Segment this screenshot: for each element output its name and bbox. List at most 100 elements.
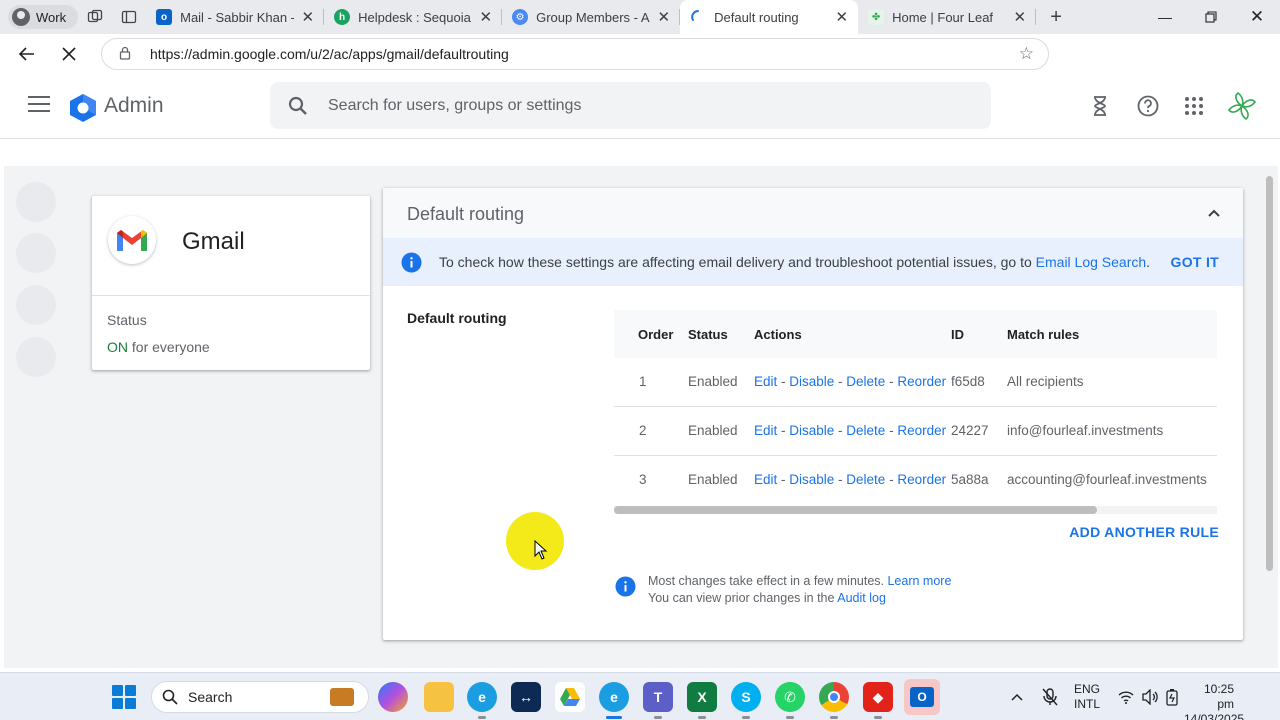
table-row: 1 Enabled Edit - Disable - Delete - Reor… (614, 358, 1217, 407)
address-bar[interactable]: https://admin.google.com/u/2/ac/apps/gma… (101, 38, 1049, 70)
tab-actions-icon[interactable] (112, 3, 146, 31)
scrollbar-thumb[interactable] (1266, 176, 1273, 571)
main-menu-icon[interactable] (28, 96, 50, 114)
outlook-taskbar-icon[interactable]: O (904, 679, 940, 715)
file-explorer-icon[interactable] (424, 682, 454, 712)
teamviewer-icon[interactable]: ↔ (511, 682, 541, 712)
admin-brand[interactable]: Admin (104, 94, 164, 118)
help-icon[interactable] (1136, 94, 1160, 118)
audit-note: You can view prior changes in the Audit … (648, 591, 886, 605)
windows-start-icon[interactable] (112, 685, 136, 709)
tab-four-leaf[interactable]: ✤ Home | Four Leaf ✕ (858, 0, 1037, 34)
stop-loading-icon[interactable] (48, 34, 90, 74)
table-horizontal-scrollbar[interactable] (614, 506, 1217, 514)
reorder-link[interactable]: Reorder (897, 374, 946, 389)
admin-search-bar[interactable] (270, 82, 991, 129)
delete-link[interactable]: Delete (846, 374, 885, 389)
propagation-note: Most changes take effect in a few minute… (648, 574, 951, 588)
minimize-icon[interactable]: — (1142, 0, 1188, 34)
running-indicator (874, 716, 882, 719)
tab-helpdesk[interactable]: h Helpdesk : Sequoia N ✕ (324, 0, 503, 34)
rail-placeholder-2 (16, 233, 56, 273)
chevron-up-icon[interactable] (1205, 205, 1223, 223)
search-input[interactable] (328, 96, 928, 115)
organization-leaf-logo-icon[interactable] (1226, 90, 1258, 122)
info-icon (615, 576, 636, 597)
got-it-button[interactable]: GOT IT (1171, 254, 1219, 270)
tab-default-routing[interactable]: Default routing ✕ (680, 0, 859, 34)
edit-link[interactable]: Edit (754, 423, 777, 438)
close-icon[interactable]: ✕ (658, 8, 671, 26)
excel-icon[interactable]: X (687, 682, 717, 712)
volume-icon[interactable] (1141, 673, 1159, 720)
system-clock[interactable]: 10:25 pm 14/03/2025 (1184, 682, 1244, 720)
battery-icon[interactable] (1166, 673, 1178, 720)
show-hidden-icons-chevron[interactable] (1010, 673, 1024, 720)
column-header-order[interactable]: Order (638, 327, 673, 342)
row-match-rules: info@fourleaf.investments (1007, 423, 1164, 438)
row-actions: Edit - Disable - Delete - Reorder (754, 374, 946, 389)
teams-icon[interactable]: T (643, 682, 673, 712)
chrome-icon[interactable] (819, 682, 849, 712)
tab-title: Mail - Sabbir Khan - C (180, 9, 293, 25)
gmail-app-card: Gmail Status ON for everyone (92, 196, 370, 370)
favorite-star-icon[interactable]: ☆ (1019, 44, 1034, 64)
disable-link[interactable]: Disable (789, 423, 834, 438)
close-window-icon[interactable]: ✕ (1234, 0, 1280, 34)
action-separator: - (885, 374, 898, 389)
tab-title: Default routing (714, 9, 799, 25)
action-separator: - (885, 472, 898, 487)
email-log-banner: To check how these settings are affectin… (383, 238, 1243, 286)
row-order: 3 (639, 472, 647, 487)
delete-link[interactable]: Delete (846, 423, 885, 438)
page-vertical-scrollbar[interactable] (1266, 176, 1274, 576)
workspaces-icon[interactable] (78, 3, 112, 31)
reorder-link[interactable]: Reorder (897, 423, 946, 438)
row-id: f65d8 (951, 374, 985, 389)
tab-mail[interactable]: o Mail - Sabbir Khan - C ✕ (146, 0, 325, 34)
reorder-link[interactable]: Reorder (897, 472, 946, 487)
tab-group-members[interactable]: ⚙ Group Members - Adr ✕ (502, 0, 681, 34)
column-header-id[interactable]: ID (951, 327, 964, 342)
audit-log-link[interactable]: Audit log (837, 591, 886, 605)
wifi-icon[interactable] (1118, 673, 1134, 720)
close-icon[interactable]: ✕ (480, 8, 493, 26)
site-info-icon[interactable] (118, 46, 138, 63)
delete-link[interactable]: Delete (846, 472, 885, 487)
restore-icon[interactable] (1188, 0, 1234, 34)
new-tab-button[interactable]: + (1036, 6, 1076, 29)
edit-link[interactable]: Edit (754, 374, 777, 389)
back-arrow-icon[interactable] (6, 34, 48, 74)
taskbar-search[interactable]: Search (151, 681, 369, 713)
edit-link[interactable]: Edit (754, 472, 777, 487)
google-drive-icon[interactable] (555, 682, 585, 712)
learn-more-link[interactable]: Learn more (887, 574, 951, 588)
panel-header[interactable]: Default routing (383, 188, 1243, 238)
apps-grid-icon[interactable] (1182, 94, 1206, 118)
note-text: You can view prior changes in the (648, 591, 838, 605)
edge-active-icon[interactable]: e (599, 682, 629, 712)
column-header-status[interactable]: Status (688, 327, 728, 342)
scrollbar-thumb[interactable] (614, 506, 1097, 514)
search-icon (288, 96, 307, 115)
disable-link[interactable]: Disable (789, 374, 834, 389)
close-icon[interactable]: ✕ (302, 8, 315, 26)
profile-label: Work (36, 9, 67, 25)
microphone-muted-icon[interactable] (1042, 673, 1058, 720)
input-language[interactable]: ENG INTL (1074, 682, 1100, 712)
email-log-search-link[interactable]: Email Log Search (1036, 254, 1147, 270)
close-icon[interactable]: ✕ (836, 8, 849, 26)
close-icon[interactable]: ✕ (1014, 8, 1027, 26)
profile-button[interactable]: Work (8, 5, 79, 29)
edge-browser-icon[interactable]: e (467, 682, 497, 712)
anydesk-icon[interactable]: ◆ (863, 682, 893, 712)
copilot-taskbar-icon[interactable] (378, 682, 408, 712)
skype-icon[interactable]: S (731, 682, 761, 712)
hourglass-tasks-icon[interactable] (1088, 94, 1112, 118)
column-header-match-rules[interactable]: Match rules (1007, 327, 1079, 342)
add-another-rule-button[interactable]: ADD ANOTHER RULE (1069, 524, 1219, 540)
disable-link[interactable]: Disable (789, 472, 834, 487)
admin-logo-icon[interactable] (68, 93, 98, 123)
rail-placeholder-1 (16, 182, 56, 222)
whatsapp-icon[interactable]: ✆ (775, 682, 805, 712)
